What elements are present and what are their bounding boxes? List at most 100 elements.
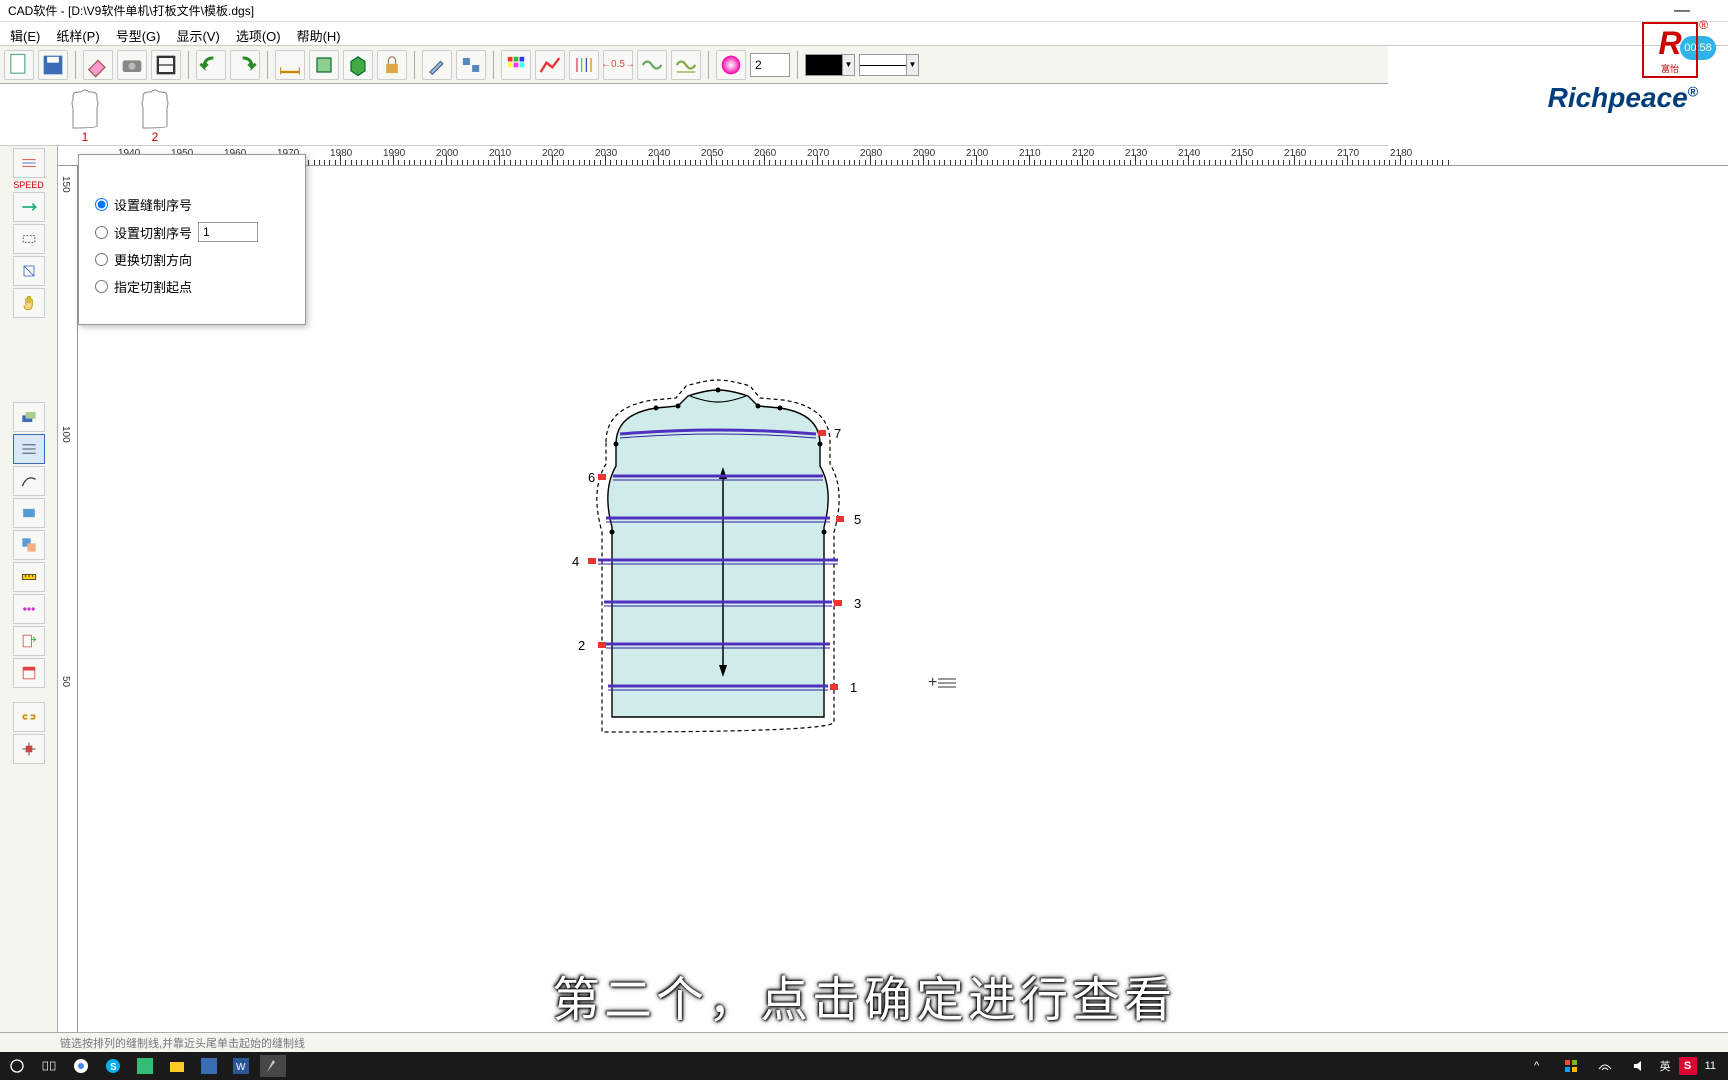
tool-window[interactable] xyxy=(13,658,45,688)
undo-button[interactable] xyxy=(196,50,226,80)
wifi-icon[interactable] xyxy=(1592,1055,1618,1077)
ruler-horizontal: 1940195019601970198019902000201020202030… xyxy=(58,146,1728,166)
svg-text:S: S xyxy=(110,1062,117,1073)
radio-cut-seq[interactable] xyxy=(95,226,108,239)
minimize-button[interactable]: — xyxy=(1666,2,1698,20)
fill-color-picker[interactable]: ▼ xyxy=(805,54,855,76)
seq-5: 5 xyxy=(854,512,861,527)
seq-6: 6 xyxy=(588,470,595,485)
cad-app-icon[interactable] xyxy=(260,1055,286,1077)
statusbar: 链选按排列的缝制线,并靠近头尾单击起始的缝制线 xyxy=(0,1032,1728,1052)
ime-icon[interactable]: S xyxy=(1679,1057,1697,1075)
brush-button[interactable] xyxy=(422,50,452,80)
speed-label: SPEED xyxy=(2,180,55,190)
palette-button[interactable] xyxy=(501,50,531,80)
menubar: 辑(E) 纸样(P) 号型(G) 显示(V) 选项(O) 帮助(H) xyxy=(0,22,1728,46)
app-icon-1[interactable] xyxy=(132,1055,158,1077)
crosshair-cursor: + xyxy=(928,674,937,692)
shield-icon[interactable] xyxy=(1558,1055,1584,1077)
chrome-icon[interactable] xyxy=(68,1055,94,1077)
cube-button[interactable] xyxy=(343,50,373,80)
start-button[interactable] xyxy=(4,1055,30,1077)
radio-label: 更换切割方向 xyxy=(114,250,192,269)
seq-1: 1 xyxy=(850,680,857,695)
bars-button[interactable] xyxy=(569,50,599,80)
redo-button[interactable] xyxy=(230,50,260,80)
radio-cut-dir[interactable] xyxy=(95,253,108,266)
brand-logo: ® R 富怡 Richpeace® xyxy=(1548,22,1698,114)
ime-lang[interactable]: 英 xyxy=(1660,1058,1671,1074)
tool-rect-fill[interactable] xyxy=(13,498,45,528)
color-wheel-button[interactable] xyxy=(716,50,746,80)
wave2-button[interactable] xyxy=(671,50,701,80)
eraser-button[interactable] xyxy=(83,50,113,80)
align-button[interactable] xyxy=(456,50,486,80)
word-icon[interactable]: W xyxy=(228,1055,254,1077)
menu-options[interactable]: 选项(O) xyxy=(230,24,287,43)
seq-2: 2 xyxy=(578,638,585,653)
menu-display[interactable]: 显示(V) xyxy=(170,24,225,43)
save-button[interactable] xyxy=(38,50,68,80)
seq-4: 4 xyxy=(572,554,579,569)
tool-export[interactable] xyxy=(13,626,45,656)
measure-button[interactable] xyxy=(275,50,305,80)
window-title: CAD软件 - [D:\V9软件单机\打板文件\模板.dgs] xyxy=(8,4,254,18)
thumb-label: 1 xyxy=(60,130,110,144)
tool-curve[interactable] xyxy=(13,466,45,496)
tool-layer[interactable] xyxy=(13,402,45,432)
volume-icon[interactable] xyxy=(1626,1055,1652,1077)
lock-button[interactable] xyxy=(377,50,407,80)
radio-label: 设置切割序号 xyxy=(114,223,192,242)
logo-cn-text: 富怡 xyxy=(1661,62,1679,75)
tool-origin[interactable] xyxy=(13,734,45,764)
titlebar: CAD软件 - [D:\V9软件单机\打板文件\模板.dgs] xyxy=(0,0,1728,22)
menu-size[interactable]: 号型(G) xyxy=(110,24,167,43)
radio-cut-start[interactable] xyxy=(95,280,108,293)
radio-label: 指定切割起点 xyxy=(114,277,192,296)
tool-cut[interactable] xyxy=(13,224,45,254)
frame-button[interactable] xyxy=(151,50,181,80)
tool-hand[interactable] xyxy=(13,288,45,318)
svg-text:W: W xyxy=(236,1062,246,1073)
task-view-icon[interactable] xyxy=(36,1055,62,1077)
tool-duplicate[interactable] xyxy=(13,530,45,560)
chart-button[interactable] xyxy=(535,50,565,80)
numeric-input[interactable] xyxy=(750,53,790,77)
chevron-down-icon[interactable]: ▼ xyxy=(843,54,855,76)
tool-sequence[interactable] xyxy=(13,434,45,464)
wave1-button[interactable] xyxy=(637,50,667,80)
skype-icon[interactable]: S xyxy=(100,1055,126,1077)
tool-seam[interactable] xyxy=(13,148,45,178)
menu-edit[interactable]: 辑(E) xyxy=(4,24,46,43)
line-style-picker[interactable]: ▼ xyxy=(859,54,919,76)
radio-label: 设置缝制序号 xyxy=(114,195,192,214)
left-toolbar: SPEED xyxy=(0,146,58,1052)
chevron-down-icon[interactable]: ▼ xyxy=(907,54,919,76)
camera-button[interactable] xyxy=(117,50,147,80)
cut-seq-input[interactable] xyxy=(198,222,258,242)
system-tray: ^ 英 S 11 xyxy=(1524,1055,1724,1077)
tool-ruler[interactable] xyxy=(13,562,45,592)
thumbnail-2[interactable]: 2 xyxy=(130,88,180,141)
thumbnail-1[interactable]: 1 xyxy=(60,88,110,141)
tray-up-icon[interactable]: ^ xyxy=(1524,1055,1550,1077)
grid3d-button[interactable] xyxy=(309,50,339,80)
scale-05-button[interactable]: ←0.5→ xyxy=(603,50,633,80)
tool-speed[interactable] xyxy=(13,192,45,222)
menu-help[interactable]: 帮助(H) xyxy=(291,24,347,43)
tool-dots[interactable] xyxy=(13,594,45,624)
tool-link[interactable] xyxy=(13,702,45,732)
stitch-cursor-icon xyxy=(938,676,958,690)
status-text: 链选按排列的缝制线,并靠近头尾单击起始的缝制线 xyxy=(60,1038,305,1050)
garment-drawing[interactable]: 1 2 3 4 5 6 7 xyxy=(558,372,898,757)
thumb-label: 2 xyxy=(130,130,180,144)
app-icon-2[interactable] xyxy=(196,1055,222,1077)
tool-pattern[interactable] xyxy=(13,256,45,286)
new-file-button[interactable] xyxy=(4,50,34,80)
menu-paper[interactable]: 纸样(P) xyxy=(50,24,105,43)
radio-sew-seq[interactable] xyxy=(95,198,108,211)
canvas[interactable]: 1940195019601970198019902000201020202030… xyxy=(58,146,1728,1052)
clock[interactable]: 11 xyxy=(1705,1060,1716,1072)
logo-r-icon: R xyxy=(1658,25,1681,62)
explorer-icon[interactable] xyxy=(164,1055,190,1077)
